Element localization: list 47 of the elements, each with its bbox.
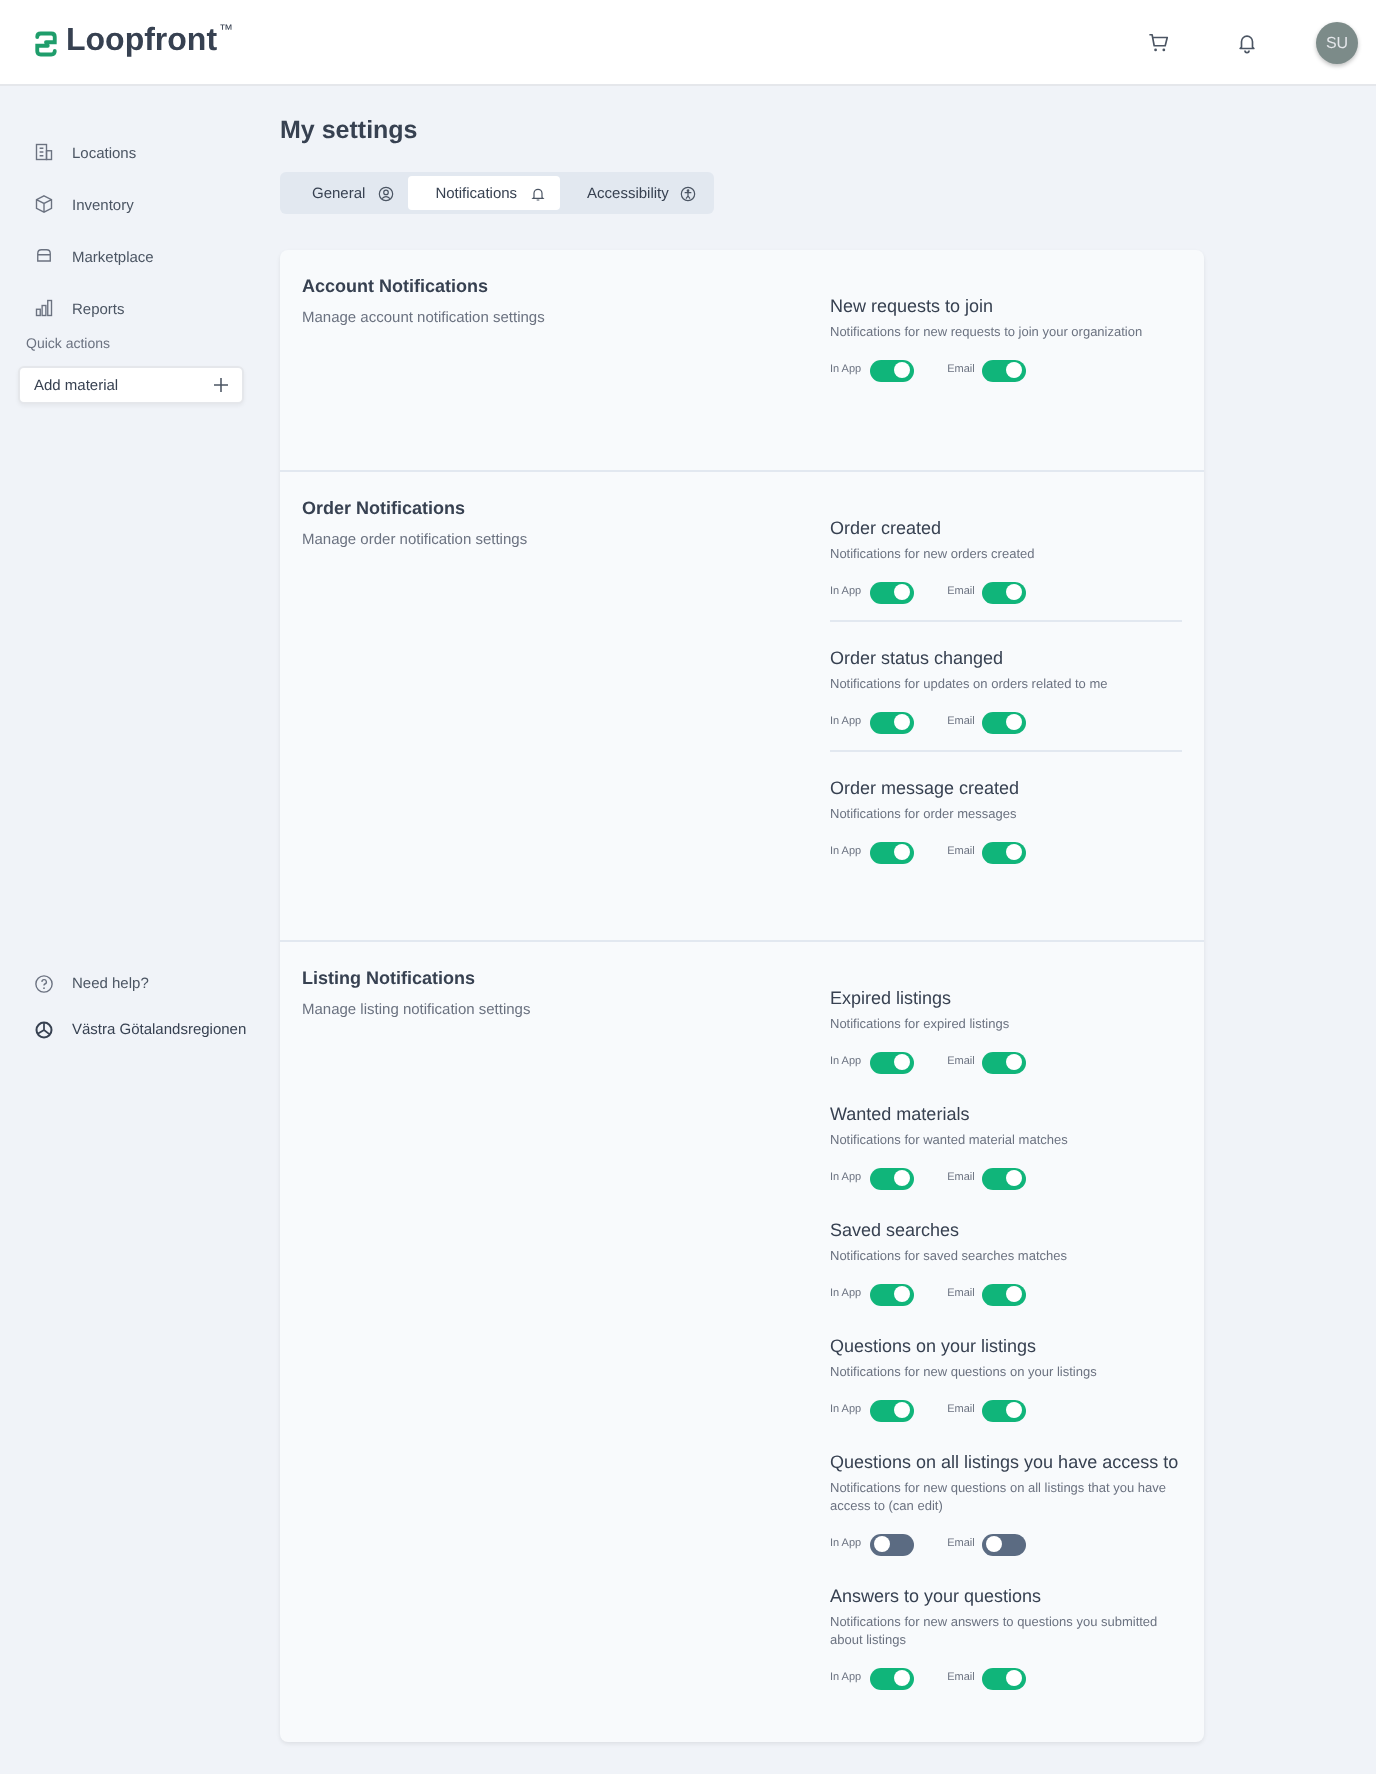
in-app-toggle[interactable] <box>869 1283 914 1305</box>
plus-icon <box>214 378 228 392</box>
logo-icon <box>32 30 60 58</box>
email-toggle[interactable] <box>982 1399 1027 1421</box>
email-toggle[interactable] <box>982 1533 1027 1555</box>
accessibility-icon <box>680 185 697 201</box>
email-toggle[interactable] <box>982 1283 1027 1305</box>
in-app-toggle[interactable] <box>869 359 914 381</box>
in-app-toggle[interactable] <box>869 1167 914 1189</box>
logo-text: Loopfront <box>66 24 218 60</box>
section-title: Order Notifications <box>302 496 468 520</box>
page-title: My settings <box>280 116 420 144</box>
setting-title: Order message created <box>830 776 1022 802</box>
user-icon <box>377 185 394 201</box>
in-app-toggle[interactable] <box>869 1533 914 1555</box>
email-toggle[interactable] <box>982 359 1027 381</box>
email-toggle[interactable] <box>982 1167 1027 1189</box>
setting-title: Answers to your questions <box>830 1584 1044 1610</box>
email-toggle[interactable] <box>982 711 1027 733</box>
setting-title: Order created <box>830 516 944 542</box>
cart-icon[interactable] <box>1148 31 1170 53</box>
setting-title: New requests to join <box>830 294 996 320</box>
bar-chart-icon <box>34 298 54 318</box>
in-app-toggle[interactable] <box>869 581 914 603</box>
email-toggle[interactable] <box>982 581 1027 603</box>
email-toggle[interactable] <box>982 1667 1027 1689</box>
cube-icon <box>34 194 54 214</box>
email-toggle[interactable] <box>982 841 1027 863</box>
setting-title: Questions on your listings <box>830 1334 1039 1360</box>
section-title: Listing Notifications <box>302 966 477 990</box>
section-title: Account Notifications <box>302 274 491 298</box>
in-app-toggle[interactable] <box>869 1051 914 1073</box>
setting-title: Wanted materials <box>830 1102 972 1128</box>
in-app-toggle[interactable] <box>869 841 914 863</box>
in-app-toggle[interactable] <box>869 1399 914 1421</box>
setting-title: Questions on all listings you have access to <box>830 1450 1181 1476</box>
setting-title: Order status changed <box>830 646 1006 672</box>
setting-title: Saved searches <box>830 1218 962 1244</box>
bell-icon <box>529 185 546 201</box>
building-icon <box>34 142 54 162</box>
in-app-toggle[interactable] <box>869 711 914 733</box>
email-toggle[interactable] <box>982 1051 1027 1073</box>
setting-title: Expired listings <box>830 986 954 1012</box>
help-icon <box>34 973 54 993</box>
bell-icon[interactable] <box>1236 31 1258 53</box>
in-app-toggle[interactable] <box>869 1667 914 1689</box>
storefront-icon <box>34 246 54 266</box>
